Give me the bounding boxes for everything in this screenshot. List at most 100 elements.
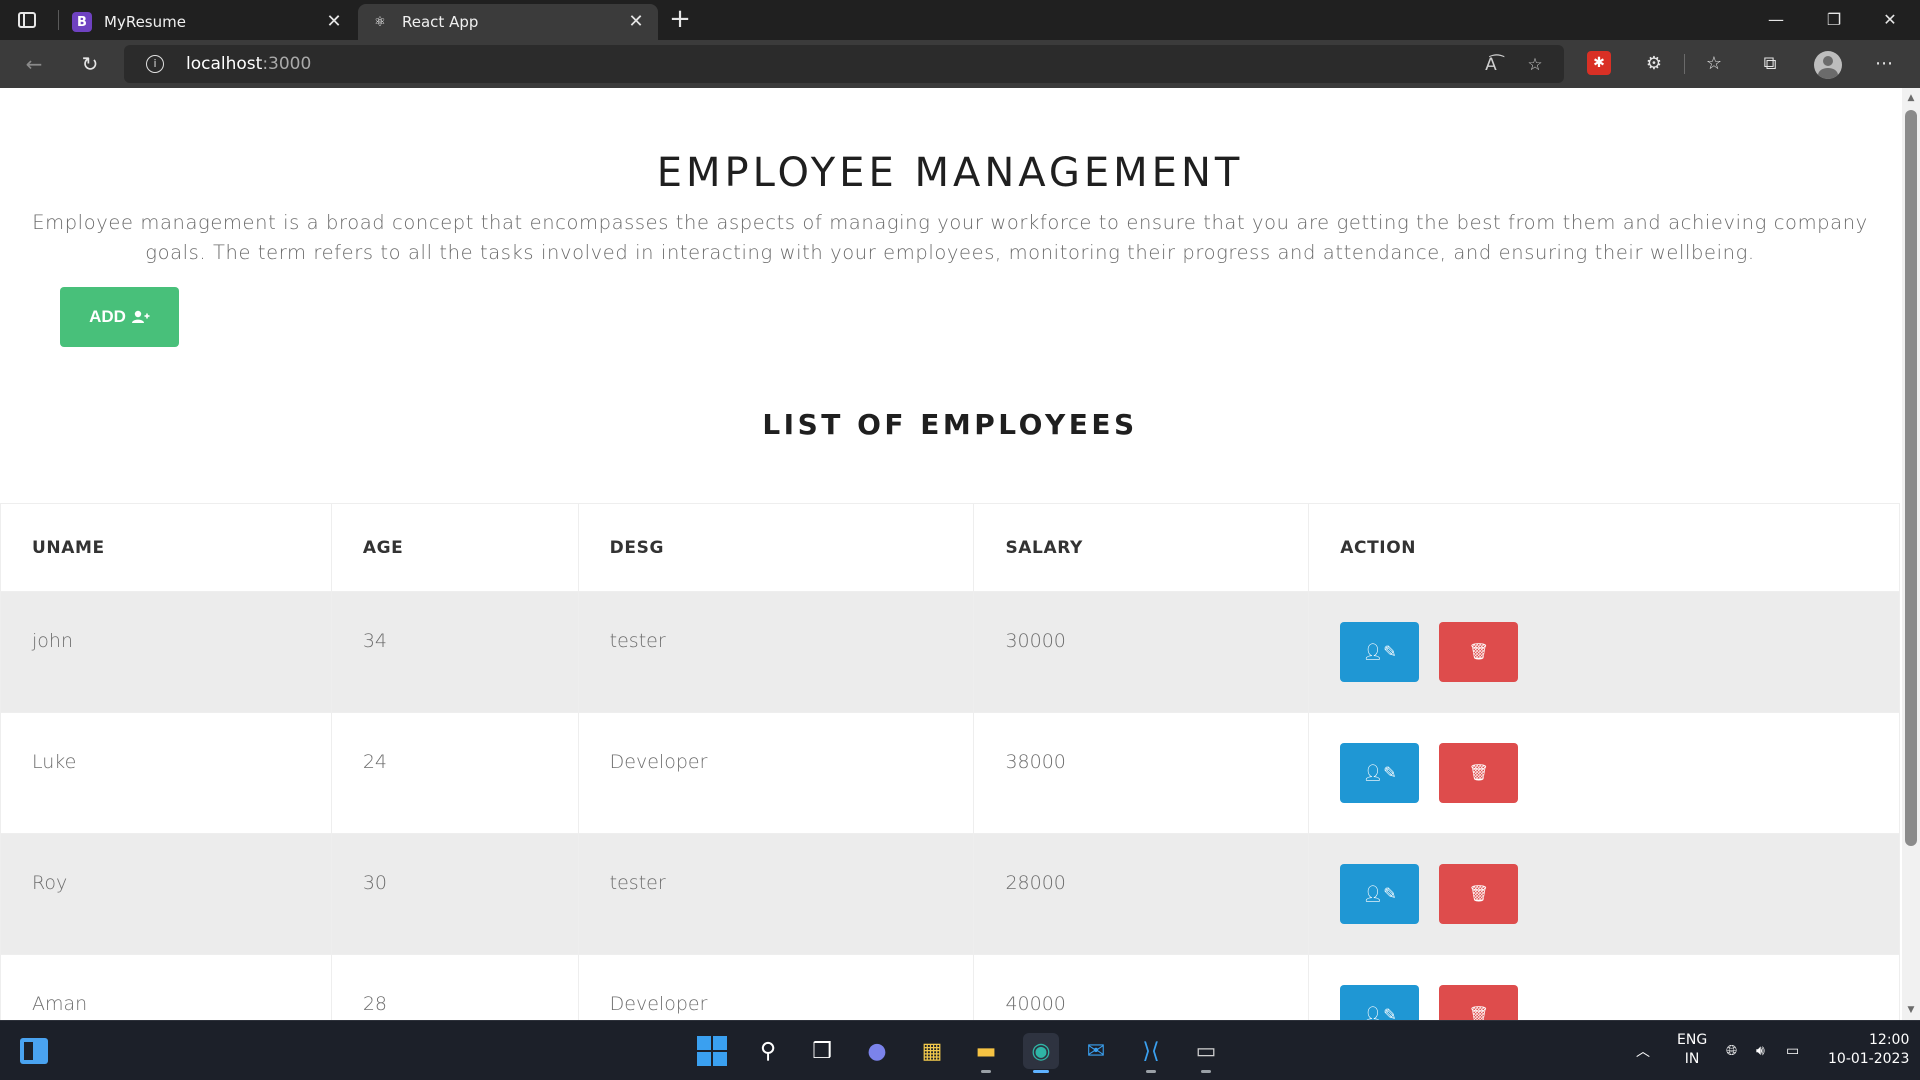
tab-myresume[interactable]: B MyResume ✕ [60, 4, 356, 40]
table-row: Roy 30 tester 28000 👤︎✎ 🗑︎ [0, 833, 1900, 955]
mail-icon[interactable]: ✉ [1078, 1033, 1114, 1069]
clock-time: 12:00 [1869, 1032, 1910, 1048]
file-explorer-icon[interactable]: ▬ [968, 1033, 1004, 1073]
cell-age: 24 [330, 712, 579, 834]
cell-salary: 28000 [973, 833, 1310, 955]
vscode-icon[interactable]: ⟩⟨ [1133, 1033, 1169, 1073]
page-content: EMPLOYEE MANAGEMENT Employee management … [0, 88, 1900, 1020]
collections-icon[interactable]: ⧉ [1754, 48, 1786, 80]
start-icon[interactable] [694, 1033, 730, 1069]
trash-icon: 🗑︎ [1468, 765, 1489, 782]
cell-age: 28 [330, 954, 579, 1020]
system-clock[interactable]: 12:00 10-01-2023 [1828, 1031, 1909, 1069]
tab-divider [58, 10, 59, 30]
delete-button[interactable]: 🗑︎ [1439, 985, 1519, 1020]
edge-icon[interactable]: ◉ [1023, 1033, 1059, 1073]
table-row: john 34 tester 30000 👤︎✎ 🗑︎ [0, 591, 1900, 713]
cell-salary: 40000 [973, 954, 1310, 1020]
cell-uname: Luke [0, 712, 332, 834]
terminal-icon[interactable]: ▭ [1188, 1033, 1224, 1073]
cell-action: 👤︎✎ 🗑︎ [1308, 833, 1900, 955]
user-edit-icon: 👤︎✎ [1362, 886, 1397, 903]
cell-age: 34 [330, 591, 579, 713]
scroll-up-icon[interactable]: ▲ [1902, 90, 1920, 106]
add-employee-button[interactable]: ADD [60, 287, 179, 347]
user-plus-icon [131, 310, 150, 323]
more-menu-icon[interactable]: ⋯ [1868, 48, 1900, 80]
profile-avatar[interactable] [1814, 51, 1842, 79]
page-viewport: EMPLOYEE MANAGEMENT Employee management … [0, 88, 1920, 1020]
url-port: :3000 [262, 54, 312, 74]
store-icon[interactable]: ▦ [914, 1033, 950, 1069]
volume-icon[interactable]: 🔊︎ [1756, 1021, 1765, 1080]
edit-button[interactable]: 👤︎✎ [1340, 985, 1420, 1020]
edit-button[interactable]: 👤︎✎ [1340, 864, 1420, 924]
cell-action: 👤︎✎ 🗑︎ [1308, 591, 1900, 713]
delete-button[interactable]: 🗑︎ [1439, 622, 1519, 682]
back-icon[interactable]: ← [18, 48, 50, 80]
browser-tab-strip: B MyResume ✕ ⚛ React App ✕ + — ❐ ✕ [0, 0, 1920, 40]
table-row: Aman 28 Developer 40000 👤︎✎ 🗑︎ [0, 954, 1900, 1020]
cell-action: 👤︎✎ 🗑︎ [1308, 954, 1900, 1020]
cell-desg: Developer [577, 712, 975, 834]
close-tab-icon[interactable]: ✕ [324, 12, 344, 32]
tab-actions-icon[interactable] [14, 8, 40, 32]
trash-icon: 🗑︎ [1468, 644, 1489, 661]
close-window-icon[interactable]: ✕ [1862, 0, 1918, 40]
cell-salary: 38000 [973, 712, 1310, 834]
edit-button[interactable]: 👤︎✎ [1340, 622, 1420, 682]
windows-taskbar: ⚲ ❒ ● ▦ ▬ ◉ ✉ ⟩⟨ ▭ ︿ ENG IN 🌐︎ 🔊︎ ▭ 12:0… [0, 1020, 1920, 1080]
close-tab-icon[interactable]: ✕ [626, 12, 646, 32]
language-indicator[interactable]: ENG IN [1677, 1031, 1707, 1069]
user-edit-icon: 👤︎✎ [1362, 765, 1397, 782]
scrollbar-thumb[interactable] [1905, 110, 1917, 846]
delete-button[interactable]: 🗑︎ [1439, 743, 1519, 803]
extensions-icon[interactable]: ⚙ [1638, 48, 1670, 80]
browser-toolbar: ← ↻ i localhost:3000 A͡ ☆ ✱ ⚙ ☆ ⧉ ⋯ [0, 40, 1920, 88]
trash-icon: 🗑︎ [1468, 1007, 1489, 1020]
table-row: Luke 24 Developer 38000 👤︎✎ 🗑︎ [0, 712, 1900, 834]
table-header-row: UNAME AGE DESG SALARY ACTION [0, 503, 1900, 592]
user-edit-icon: 👤︎✎ [1362, 1007, 1397, 1020]
show-hidden-icons-icon[interactable]: ︿ [1636, 1021, 1650, 1080]
chat-icon[interactable]: ● [859, 1033, 895, 1069]
lang-code: ENG [1677, 1032, 1708, 1048]
toolbar-divider [1684, 54, 1685, 74]
user-edit-icon: 👤︎✎ [1362, 644, 1397, 661]
add-favorite-icon[interactable]: ☆ [1524, 54, 1546, 76]
delete-button[interactable]: 🗑︎ [1439, 864, 1519, 924]
page-scrollbar[interactable]: ▲ ▼ [1902, 88, 1920, 1020]
url-text[interactable]: localhost:3000 [186, 54, 311, 74]
cell-uname: Aman [0, 954, 332, 1020]
cell-uname: Roy [0, 833, 332, 955]
page-description: Employee management is a broad concept t… [32, 211, 1868, 264]
cell-desg: tester [577, 833, 975, 955]
trash-icon: 🗑︎ [1468, 886, 1489, 903]
task-view-icon[interactable]: ❒ [804, 1033, 840, 1069]
favorites-icon[interactable]: ☆ [1698, 48, 1730, 80]
tab-react-app[interactable]: ⚛ React App ✕ [358, 4, 658, 40]
read-aloud-icon[interactable]: A͡ [1480, 54, 1502, 76]
add-label: ADD [89, 307, 126, 326]
widgets-icon[interactable] [20, 1038, 48, 1064]
scroll-down-icon[interactable]: ▼ [1902, 1002, 1920, 1018]
cell-salary: 30000 [973, 591, 1310, 713]
search-icon[interactable]: ⚲ [750, 1033, 786, 1069]
refresh-icon[interactable]: ↻ [74, 48, 106, 80]
header-uname: UNAME [0, 503, 332, 592]
restore-icon[interactable]: ❐ [1806, 0, 1862, 40]
header-age: AGE [330, 503, 579, 592]
react-favicon-icon: ⚛ [374, 14, 386, 30]
address-bar[interactable]: i localhost:3000 A͡ ☆ [124, 45, 1564, 83]
clock-date: 10-01-2023 [1828, 1051, 1910, 1067]
cell-desg: tester [577, 591, 975, 713]
edit-button[interactable]: 👤︎✎ [1340, 743, 1420, 803]
new-tab-icon[interactable]: + [666, 6, 694, 34]
network-icon[interactable]: 🌐︎ [1726, 1021, 1737, 1080]
header-desg: DESG [577, 503, 975, 592]
minimize-icon[interactable]: — [1748, 0, 1804, 40]
battery-icon[interactable]: ▭ [1786, 1021, 1799, 1080]
extension-icon[interactable]: ✱ [1587, 51, 1611, 75]
site-info-icon[interactable]: i [146, 55, 164, 73]
page-title: EMPLOYEE MANAGEMENT [656, 150, 1244, 196]
